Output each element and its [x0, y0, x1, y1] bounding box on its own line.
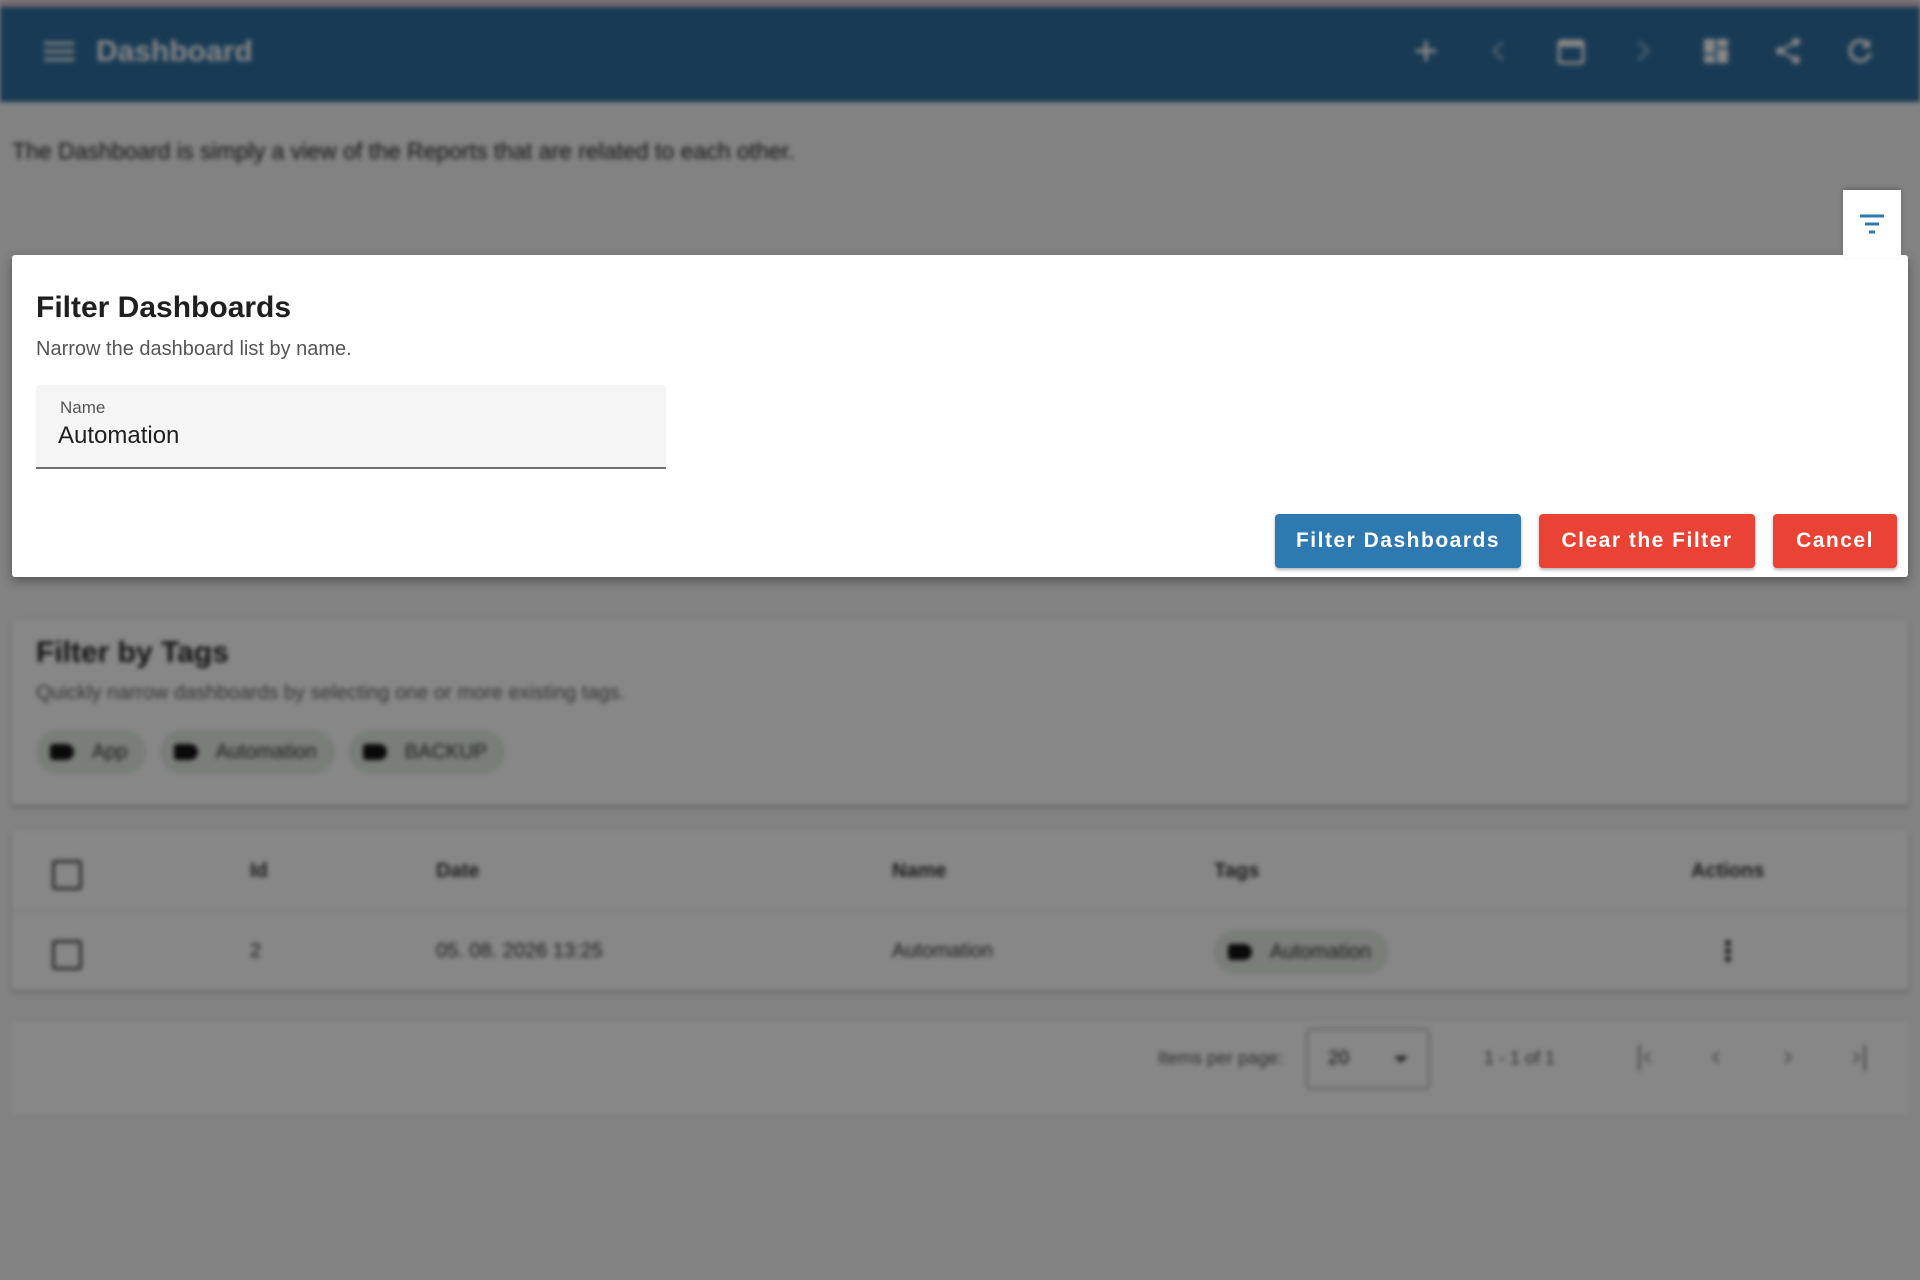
filter-icon: [1860, 214, 1884, 234]
modal-backdrop[interactable]: [0, 0, 1920, 1280]
filter-dashboards-button[interactable]: Filter Dashboards: [1275, 514, 1521, 568]
name-input[interactable]: [58, 422, 638, 450]
name-field[interactable]: Name: [36, 385, 666, 469]
dialog-title: Filter Dashboards: [36, 291, 292, 324]
filter-toggle-button[interactable]: [1843, 190, 1901, 258]
cancel-button[interactable]: Cancel: [1773, 514, 1897, 568]
name-field-label: Name: [60, 398, 106, 417]
dialog-subtitle: Narrow the dashboard list by name.: [36, 338, 352, 360]
filter-dashboards-dialog: Filter Dashboards Narrow the dashboard l…: [12, 255, 1908, 577]
clear-filter-button[interactable]: Clear the Filter: [1539, 514, 1755, 568]
